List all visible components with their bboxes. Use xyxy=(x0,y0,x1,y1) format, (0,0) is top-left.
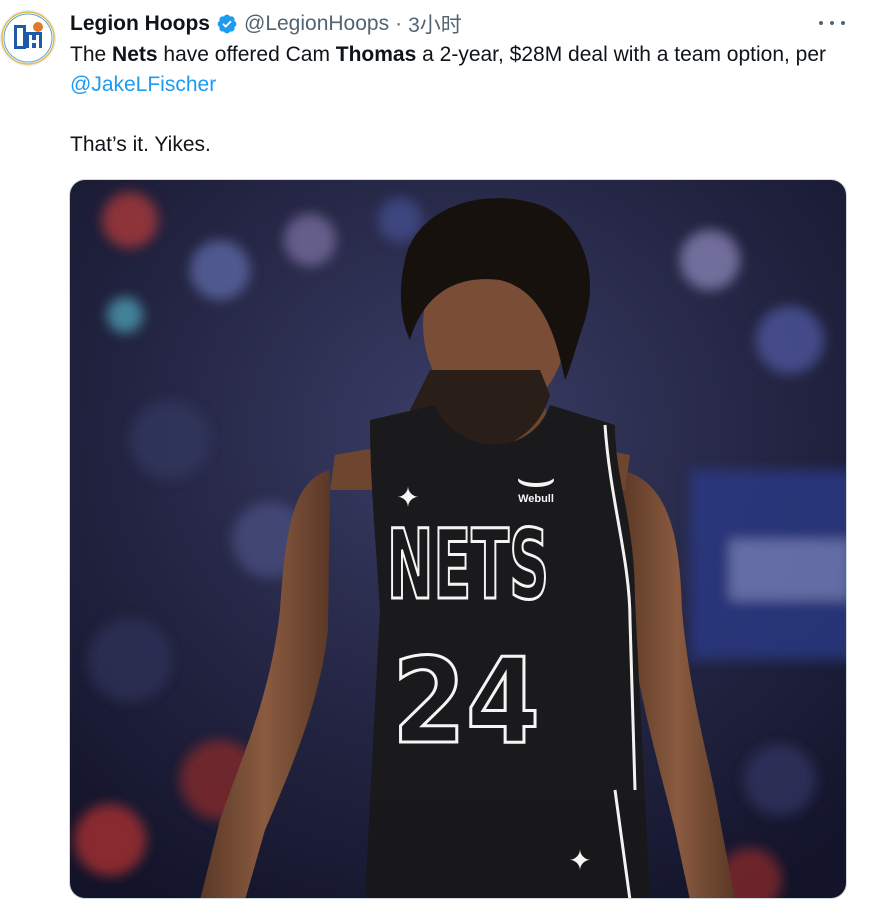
tweet-media-photo[interactable]: Webull ✦ NETS 24 ✦ xyxy=(69,179,847,899)
author-avatar[interactable] xyxy=(0,10,56,66)
tweet-text-line2: That’s it. Yikes. xyxy=(70,133,211,156)
tweet-text-line1: The Nets have offered Cam Thomas a 2-yea… xyxy=(70,43,827,96)
author-name[interactable]: Legion Hoops xyxy=(70,12,210,36)
sponsor-patch-text: Webull xyxy=(518,493,554,505)
verified-badge-icon xyxy=(217,14,237,34)
author-handle[interactable]: @LegionHoops xyxy=(244,12,389,36)
player-photo: Webull ✦ NETS 24 ✦ xyxy=(70,180,846,898)
jersey-number: 24 xyxy=(392,632,540,770)
legion-hoops-logo xyxy=(1,11,55,65)
tweet-timestamp[interactable]: 3小时 xyxy=(408,9,462,39)
shorts-jumpman-logo: ✦ xyxy=(568,845,591,876)
header-separator: · xyxy=(395,12,403,35)
jersey-wordmark: NETS xyxy=(387,509,549,621)
more-options-icon[interactable] xyxy=(819,12,845,34)
mention-link[interactable]: @JakeLFischer xyxy=(70,73,216,96)
tweet-header: Legion Hoops @LegionHoops · 3小时 xyxy=(70,9,462,39)
tweet-text: The Nets have offered Cam Thomas a 2-yea… xyxy=(70,40,830,160)
